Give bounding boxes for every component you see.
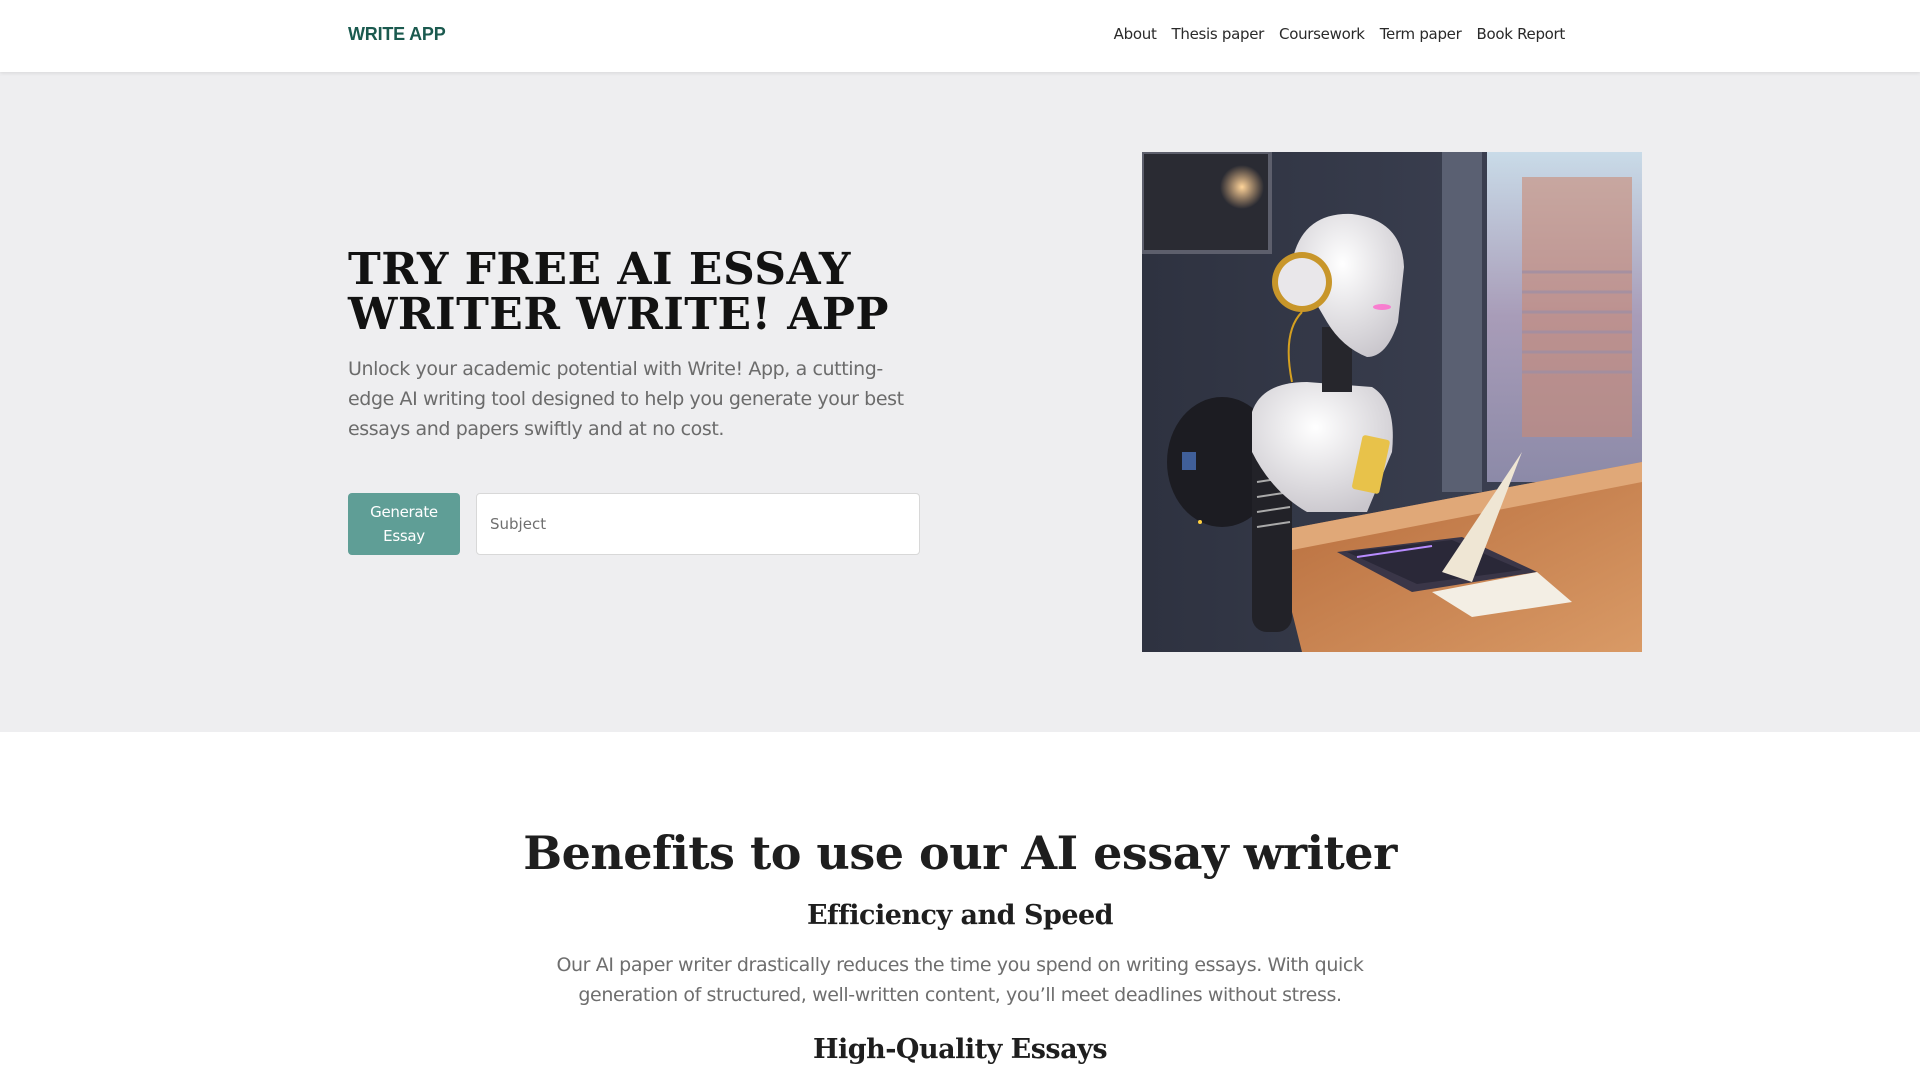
nav-book-report[interactable]: Book Report <box>1476 25 1565 43</box>
hero-robot-image <box>1142 152 1642 652</box>
benefit-heading-quality: High-Quality Essays <box>812 1034 1108 1065</box>
main-nav: About Thesis paper Coursework Term paper… <box>1114 25 1566 43</box>
nav-thesis-paper[interactable]: Thesis paper <box>1172 25 1265 43</box>
benefit-heading-efficiency: Efficiency and Speed <box>806 900 1114 931</box>
benefits-section: Benefits to use our AI essay writer Effi… <box>0 732 1920 1080</box>
nav-about[interactable]: About <box>1114 25 1157 43</box>
hero-title: TRY FREE AI ESSAY WRITER WRITE! APP <box>348 244 890 340</box>
hero-section: TRY FREE AI ESSAY WRITER WRITE! APP Unlo… <box>0 72 1920 732</box>
subject-input[interactable] <box>476 493 920 555</box>
benefit-text-efficiency: Our AI paper writer drastically reduces … <box>556 954 1364 1006</box>
logo-link[interactable]: WRITE APP <box>348 24 446 45</box>
hero-description: Unlock your academic potential with Writ… <box>348 358 904 440</box>
nav-term-paper[interactable]: Term paper <box>1380 25 1462 43</box>
nav-coursework[interactable]: Coursework <box>1279 25 1365 43</box>
site-header: WRITE APP About Thesis paper Coursework … <box>0 0 1920 72</box>
generate-essay-button[interactable]: Generate Essay <box>348 493 460 555</box>
benefits-title: Benefits to use our AI essay writer <box>523 826 1397 880</box>
